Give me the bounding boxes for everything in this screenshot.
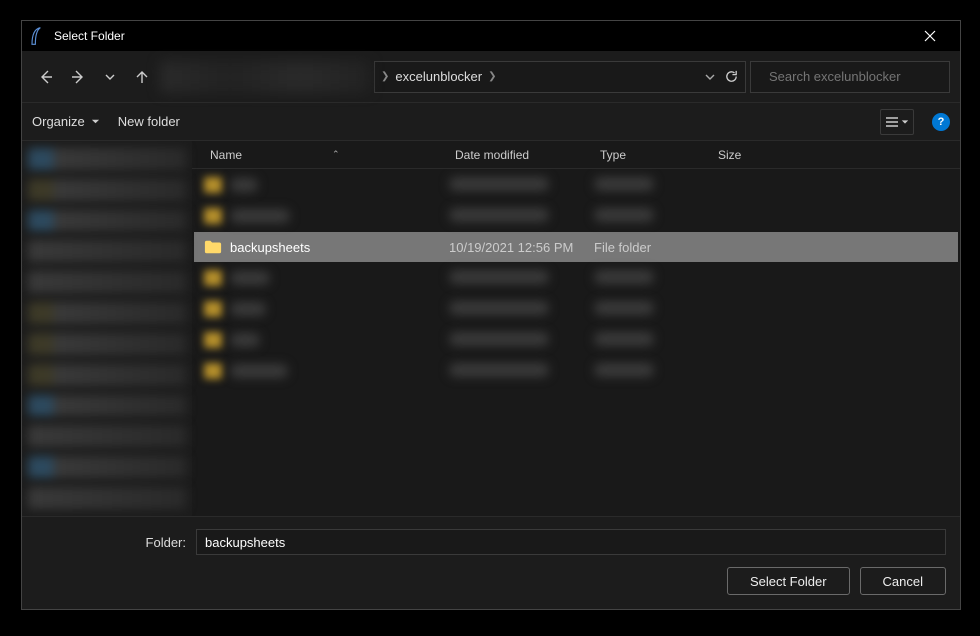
breadcrumb-current[interactable]: excelunblocker: [395, 69, 482, 84]
column-headers: Name ⌃ Date modified Type Size: [192, 141, 960, 169]
column-header-name[interactable]: Name ⌃: [210, 148, 455, 162]
select-folder-button[interactable]: Select Folder: [727, 567, 850, 595]
caret-down-icon: [91, 117, 100, 126]
select-folder-dialog: Select Folder ❯ excelunblocker ❯: [21, 20, 961, 610]
sidebar-item-obscured[interactable]: [28, 487, 186, 509]
sidebar-item-obscured[interactable]: [28, 148, 186, 170]
search-input[interactable]: [769, 69, 945, 84]
sidebar-item-obscured[interactable]: [28, 395, 186, 417]
file-row-obscured[interactable]: [194, 170, 958, 200]
toolbar: Organize New folder ?: [22, 103, 960, 141]
new-folder-button[interactable]: New folder: [118, 114, 180, 129]
file-row-obscured[interactable]: [194, 263, 958, 293]
recent-locations-button[interactable]: [96, 63, 124, 91]
file-name: backupsheets: [230, 240, 310, 255]
window-title: Select Folder: [54, 29, 125, 43]
refresh-icon[interactable]: [724, 69, 739, 84]
sort-indicator-icon: ⌃: [332, 149, 340, 160]
body: Name ⌃ Date modified Type Size: [22, 141, 960, 516]
sidebar-item-obscured[interactable]: [28, 271, 186, 293]
file-list-pane: Name ⌃ Date modified Type Size: [192, 141, 960, 516]
chevron-right-icon: ❯: [488, 71, 496, 82]
chevron-right-icon: ❯: [381, 71, 389, 82]
chevron-down-icon[interactable]: [704, 71, 716, 83]
sidebar-item-obscured[interactable]: [28, 364, 186, 386]
address-bar[interactable]: ❯ excelunblocker ❯: [374, 61, 746, 93]
folder-name-input[interactable]: [196, 529, 946, 555]
file-row-obscured[interactable]: [194, 325, 958, 355]
sidebar-item-obscured[interactable]: [28, 179, 186, 201]
list-view-icon: [885, 116, 899, 128]
navbar: ❯ excelunblocker ❯: [22, 51, 960, 103]
view-options-button[interactable]: [880, 109, 914, 135]
address-path-obscured: [160, 61, 370, 93]
up-button[interactable]: [128, 63, 156, 91]
file-row-obscured[interactable]: [194, 356, 958, 386]
file-row-obscured[interactable]: [194, 201, 958, 231]
chevron-down-icon: [104, 71, 116, 83]
file-date: 10/19/2021 12:56 PM: [449, 240, 594, 255]
sidebar-item-obscured[interactable]: [28, 210, 186, 232]
file-row-selected[interactable]: backupsheets 10/19/2021 12:56 PM File fo…: [194, 232, 958, 262]
folder-input-label: Folder:: [36, 535, 186, 550]
sidebar-item-obscured[interactable]: [28, 302, 186, 324]
caret-down-icon: [901, 118, 909, 126]
column-header-type[interactable]: Type: [600, 148, 718, 162]
folder-icon: [204, 239, 222, 255]
file-list[interactable]: backupsheets 10/19/2021 12:56 PM File fo…: [192, 169, 960, 516]
arrow-left-icon: [38, 69, 54, 85]
close-button[interactable]: [908, 21, 952, 51]
help-icon[interactable]: ?: [932, 113, 950, 131]
sidebar-item-obscured[interactable]: [28, 425, 186, 447]
titlebar: Select Folder: [22, 21, 960, 51]
cancel-button[interactable]: Cancel: [860, 567, 946, 595]
sidebar-item-obscured[interactable]: [28, 456, 186, 478]
sidebar-item-obscured[interactable]: [28, 333, 186, 355]
search-box[interactable]: [750, 61, 950, 93]
dialog-footer: Folder: Select Folder Cancel: [22, 516, 960, 609]
navigation-tree[interactable]: [22, 141, 192, 516]
close-icon: [924, 30, 936, 42]
app-icon: [30, 26, 44, 46]
back-button[interactable]: [32, 63, 60, 91]
organize-menu[interactable]: Organize: [32, 114, 100, 129]
file-row-obscured[interactable]: [194, 294, 958, 324]
column-header-size[interactable]: Size: [718, 148, 788, 162]
forward-button[interactable]: [64, 63, 92, 91]
file-type: File folder: [594, 240, 712, 255]
arrow-right-icon: [70, 69, 86, 85]
column-header-date[interactable]: Date modified: [455, 148, 600, 162]
arrow-up-icon: [134, 69, 150, 85]
sidebar-item-obscured[interactable]: [28, 240, 186, 262]
